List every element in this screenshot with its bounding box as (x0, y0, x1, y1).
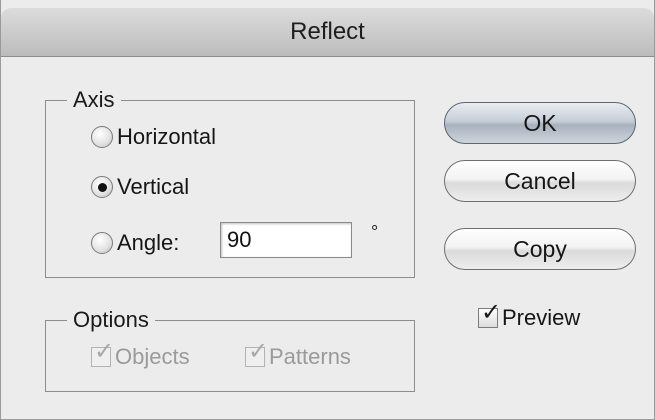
copy-button[interactable]: Copy (444, 228, 636, 270)
radio-horizontal-label: Horizontal (117, 124, 217, 149)
checkmark-icon: ✓ (94, 338, 115, 365)
cancel-button[interactable]: Cancel (444, 160, 636, 202)
checkmark-icon: ✓ (481, 299, 502, 326)
angle-input[interactable] (220, 222, 352, 258)
preview-checkbox-row[interactable]: ✓ Preview (478, 301, 581, 331)
ok-button[interactable]: OK (444, 102, 636, 144)
degree-unit: ° (371, 222, 379, 242)
radio-horizontal[interactable] (91, 126, 113, 148)
objects-checkbox: ✓ (91, 340, 114, 367)
objects-checkbox-row: ✓ Objects (91, 340, 190, 370)
radio-vertical-row[interactable]: Vertical (91, 174, 189, 200)
dialog-title: Reflect (290, 18, 365, 45)
objects-label: Objects (115, 344, 190, 369)
checkmark-icon: ✓ (248, 338, 269, 365)
title-bar[interactable]: Reflect (1, 8, 654, 57)
patterns-checkbox-row: ✓ Patterns (245, 340, 351, 370)
radio-vertical-label: Vertical (117, 174, 190, 199)
reflect-dialog: Reflect Axis Horizontal Vertical Angle: … (0, 0, 655, 420)
patterns-checkbox: ✓ (245, 340, 268, 367)
radio-angle-row[interactable]: Angle: (91, 230, 179, 256)
radio-angle[interactable] (91, 232, 113, 254)
axis-legend: Axis (67, 87, 121, 113)
patterns-label: Patterns (269, 344, 351, 369)
radio-angle-label: Angle: (117, 230, 180, 255)
options-legend: Options (67, 307, 155, 333)
radio-vertical[interactable] (91, 176, 113, 198)
radio-horizontal-row[interactable]: Horizontal (91, 124, 216, 150)
preview-label: Preview (502, 305, 581, 330)
preview-checkbox[interactable]: ✓ (478, 301, 501, 328)
